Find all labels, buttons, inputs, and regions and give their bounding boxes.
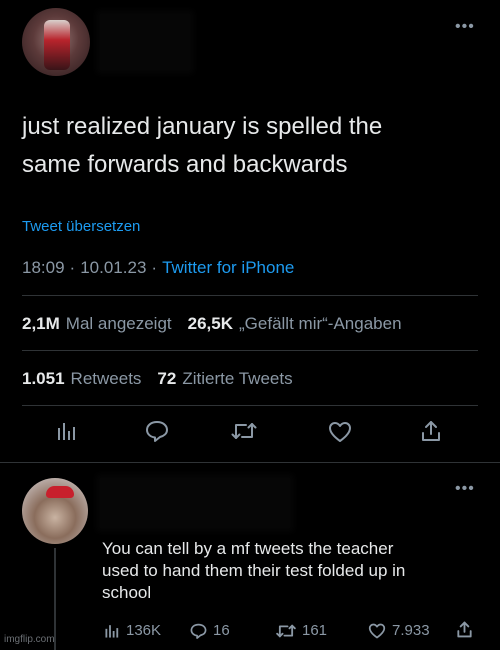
avatar-cap [46, 486, 74, 498]
reply-author-avatar[interactable] [22, 478, 88, 544]
views-icon [104, 623, 120, 639]
reply-replies-count: 16 [213, 622, 230, 639]
reply-text-line: used to hand them their test folded up i… [102, 561, 406, 580]
quotes-count[interactable]: 72 [157, 369, 176, 389]
views-count[interactable]: 2,1M [22, 314, 60, 334]
like-icon[interactable] [328, 421, 352, 443]
tweet-date[interactable]: 10.01.23 [80, 258, 146, 278]
reply-retweets-stat[interactable]: 161 [276, 622, 327, 639]
reply-likes-count: 7.933 [392, 622, 430, 639]
divider [0, 462, 500, 463]
timestamp-row: 18:09 · 10.01.23 · Twitter for iPhone [22, 258, 294, 278]
like-icon [368, 623, 386, 639]
likes-count[interactable]: 26,5K [188, 314, 233, 334]
reply-text-line: You can tell by a mf tweets the teacher [102, 539, 394, 558]
reply-views-count: 136K [126, 622, 162, 639]
reply-more-options-icon[interactable]: ••• [455, 480, 475, 498]
translate-link[interactable]: Tweet übersetzen [22, 218, 140, 235]
tweet-time[interactable]: 18:09 [22, 258, 65, 278]
retweet-icon[interactable] [231, 421, 257, 441]
separator-dot: · [69, 258, 76, 277]
tweet-text: just realized january is spelled the sam… [22, 108, 482, 184]
reply-retweets-count: 161 [302, 622, 328, 639]
author-avatar[interactable] [22, 8, 90, 76]
tweet-client[interactable]: Twitter for iPhone [162, 258, 294, 278]
redacted-author-name [100, 14, 190, 70]
reply-icon[interactable] [145, 420, 169, 442]
divider [22, 405, 478, 406]
retweets-label[interactable]: Retweets [71, 369, 142, 389]
views-icon[interactable] [56, 420, 78, 442]
avatar-figure [44, 20, 70, 70]
reply-text: You can tell by a mf tweets the teacher … [102, 538, 482, 604]
reply-views-stat[interactable]: 136K [104, 622, 161, 639]
retweet-icon [276, 623, 296, 639]
reply-icon [190, 623, 207, 639]
reply-likes-stat[interactable]: 7.933 [368, 622, 430, 639]
imgflip-watermark: imgflip.com [4, 634, 55, 645]
divider [22, 295, 478, 296]
views-label[interactable]: Mal angezeigt [66, 314, 172, 334]
tweet-text-line: same forwards and backwards [22, 151, 348, 178]
retweets-count[interactable]: 1.051 [22, 369, 65, 389]
quotes-label[interactable]: Zitierte Tweets [182, 369, 292, 389]
engagement-row-views-likes: 2,1M Mal angezeigt 26,5K „Gefällt mir“-A… [22, 314, 402, 334]
tweet-text-line: just realized january is spelled the [22, 113, 383, 140]
reply-share-icon[interactable] [456, 620, 473, 639]
likes-label[interactable]: „Gefällt mir“-Angaben [239, 314, 402, 334]
divider [22, 350, 478, 351]
redacted-reply-author-name [100, 478, 290, 528]
more-options-icon[interactable]: ••• [455, 18, 475, 36]
share-icon[interactable] [420, 419, 442, 443]
reply-text-line: school [102, 583, 152, 602]
reply-replies-stat[interactable]: 16 [190, 622, 230, 639]
engagement-row-retweets-quotes: 1.051 Retweets 72 Zitierte Tweets [22, 369, 293, 389]
separator-dot: · [151, 258, 158, 277]
